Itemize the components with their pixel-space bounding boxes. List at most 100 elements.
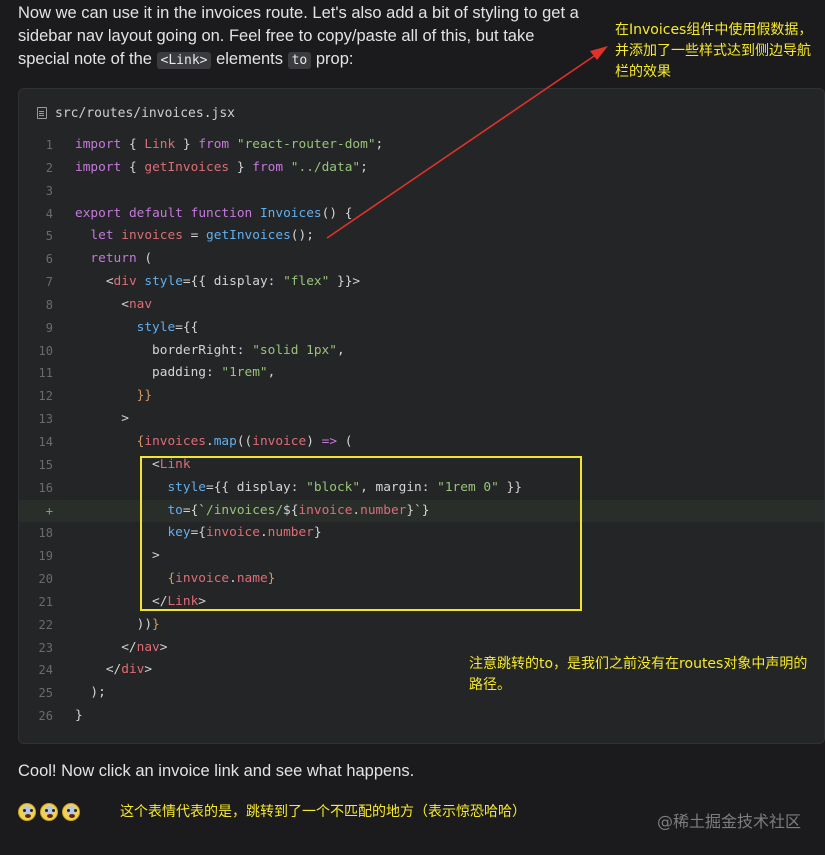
code-token: div [121, 662, 145, 678]
code-token: } [313, 525, 322, 541]
line-number: 16 [38, 480, 53, 495]
code-token: => [321, 433, 338, 449]
code-token: Link [159, 456, 191, 472]
code-token: </ [75, 662, 122, 678]
code-token: < [75, 296, 129, 312]
line-number: 23 [38, 640, 53, 655]
line-number: 18 [38, 526, 53, 541]
line-number: + [45, 503, 53, 518]
line-number: 14 [38, 434, 53, 449]
code-token: "../data" [290, 159, 361, 175]
code-line: 14 {invoices.map((invoice) => ( [19, 431, 824, 454]
code-token: nav [136, 639, 160, 655]
code-token: ={{ [175, 319, 199, 335]
arrow-head-icon [590, 46, 608, 60]
code-token: function [190, 205, 253, 221]
code-token: } [75, 708, 83, 724]
line-number: 6 [45, 252, 53, 267]
code-token: export [75, 205, 122, 221]
code-text: <nav [75, 294, 152, 317]
line-number: 11 [38, 366, 53, 381]
code-text: to={`/invoices/${invoice.number}`} [75, 500, 429, 523]
line-number: 9 [45, 320, 53, 335]
code-token: , [267, 365, 276, 381]
line-number: 10 [38, 343, 53, 358]
code-token: default [128, 205, 183, 221]
code-title-bar: src/routes/invoices.jsx [37, 103, 235, 123]
line-number: 4 [45, 206, 53, 221]
scream-emoji-icon [40, 803, 58, 821]
code-text: export default function Invoices() { [75, 203, 352, 226]
line-number: 21 [38, 594, 53, 609]
code-token: } [229, 159, 253, 175]
code-line: 9 style={{ [19, 317, 824, 340]
code-token: style [136, 319, 176, 335]
code-line: 20 {invoice.name} [19, 568, 824, 591]
code-token: ; [375, 137, 384, 152]
code-token: { [121, 137, 145, 152]
line-number: 8 [45, 297, 53, 312]
code-token: , [336, 342, 345, 358]
line-number: 20 [38, 572, 53, 587]
code-line: 21 </Link> [19, 591, 824, 614]
code-token: style [144, 274, 183, 290]
code-token: }} [136, 388, 153, 404]
code-token: } [175, 137, 199, 152]
code-token: </ [75, 593, 168, 609]
emoji-row [18, 803, 80, 821]
code-token: < [75, 456, 160, 472]
code-token: "solid 1px" [252, 342, 337, 358]
code-token: } [152, 616, 160, 632]
code-token: return [90, 251, 137, 267]
code-token: } [267, 571, 276, 587]
code-token: name [236, 571, 268, 587]
code-token: < [75, 274, 114, 290]
code-token: }} [498, 479, 522, 495]
code-token: invoice [252, 433, 307, 449]
code-token: . [206, 433, 214, 449]
file-icon [37, 107, 47, 119]
code-text: borderRight: "solid 1px", [75, 340, 345, 363]
code-line: 5 let invoices = getInvoices(); [19, 225, 824, 248]
code-line: 8 <nav [19, 294, 824, 317]
code-token: (( [236, 433, 253, 449]
code-token: Link [167, 593, 199, 609]
code-token: invoice [175, 571, 230, 587]
to-code-chip: to [287, 52, 312, 69]
code-filename: src/routes/invoices.jsx [55, 105, 236, 121]
code-token: ( [136, 251, 153, 267]
code-token: }}> [329, 274, 361, 290]
code-text: } [75, 705, 83, 728]
code-text: style={{ [75, 317, 199, 340]
code-token: . [352, 502, 361, 518]
code-line: 22 ))} [19, 614, 824, 637]
code-token: )) [75, 616, 153, 632]
code-line: 13 > [19, 408, 824, 431]
code-line: 3 [19, 180, 824, 203]
link-code-chip: <Link> [156, 52, 212, 69]
code-text: ); [75, 682, 105, 705]
code-text: {invoice.name} [75, 568, 275, 591]
code-token: from [252, 159, 284, 175]
code-token: "react-router-dom" [236, 137, 376, 152]
code-token: getInvoices [144, 159, 230, 175]
line-number: 3 [45, 183, 53, 198]
code-text: return ( [75, 248, 152, 271]
line-number: 5 [45, 229, 53, 244]
code-token: Invoices [259, 205, 322, 221]
intro-paragraph: Now we can use it in the invoices route.… [18, 2, 588, 72]
code-token: { [121, 159, 145, 175]
code-line: 4 export default function Invoices() { [19, 203, 824, 226]
code-token: . [259, 525, 268, 541]
code-token: > [144, 662, 153, 678]
code-token: /invoices/ [206, 502, 284, 518]
